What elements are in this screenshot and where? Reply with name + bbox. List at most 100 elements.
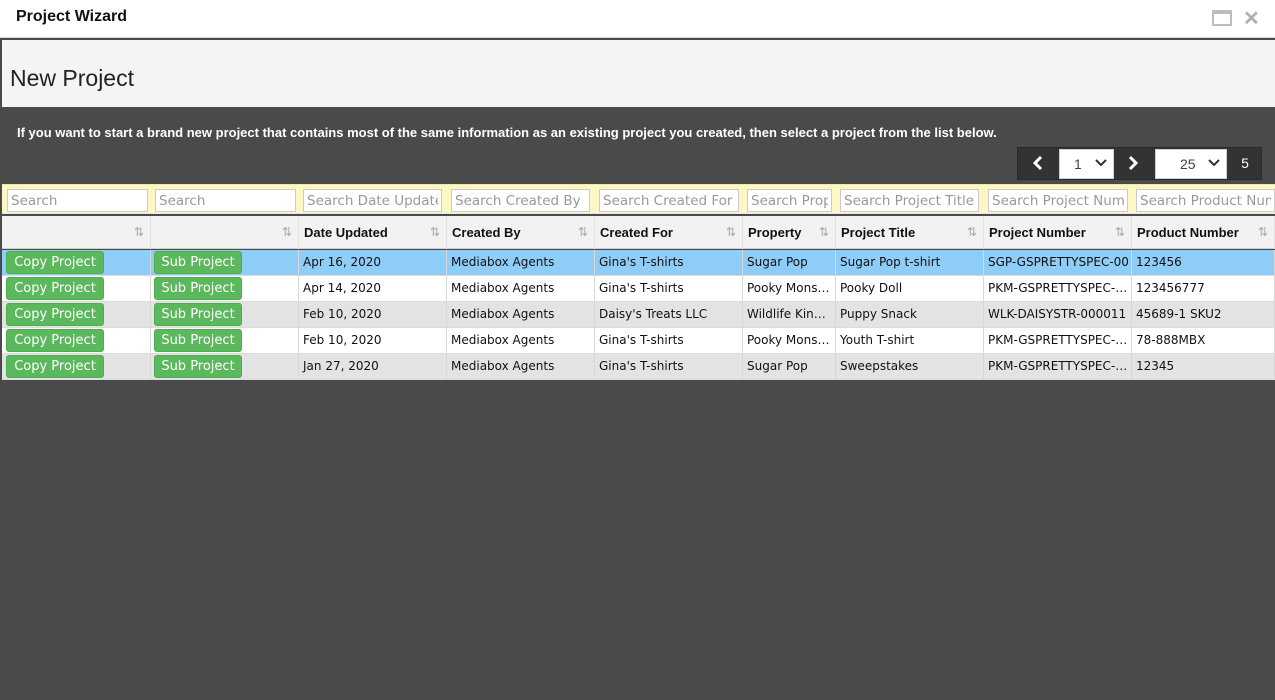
sort-icon[interactable]: ⇅	[726, 216, 736, 249]
cell-sub: Sub Project	[151, 276, 299, 301]
cell-date-updated: Jan 27, 2020	[299, 354, 447, 379]
cell-created-for: Gina's T-shirts	[595, 276, 743, 301]
sort-icon[interactable]: ⇅	[967, 216, 977, 249]
cell-created-for: Daisy's Treats LLC	[595, 302, 743, 327]
cell-created-for: Gina's T-shirts	[595, 354, 743, 379]
cell-project-title: Sugar Pop t-shirt	[836, 250, 984, 275]
chevron-right-icon[interactable]	[1113, 148, 1153, 179]
filter-input-created-for[interactable]	[599, 189, 739, 212]
table-row[interactable]: Copy Project Sub Project Feb 10, 2020 Media…	[2, 302, 1275, 328]
sort-icon[interactable]: ⇅	[819, 216, 829, 249]
column-header-copy[interactable]: ⇅	[2, 216, 151, 249]
page-title: New Project	[10, 65, 134, 91]
table-row[interactable]: Copy Project Sub Project Feb 10, 2020 Media…	[2, 328, 1275, 354]
copy-project-button[interactable]: Copy Project	[6, 251, 104, 274]
column-header-project-number[interactable]: Project Number ⇅	[984, 216, 1132, 249]
chevron-down-icon	[1095, 150, 1107, 178]
sort-icon[interactable]: ⇅	[282, 216, 292, 249]
table-header: ⇅ ⇅ Date Updated ⇅ Created By ⇅ Created Fo…	[2, 216, 1275, 249]
page-select[interactable]: 1	[1059, 149, 1114, 179]
sort-icon[interactable]: ⇅	[1258, 216, 1268, 249]
column-header-label: Product Number	[1137, 225, 1239, 240]
filter-input-project-title[interactable]	[840, 189, 979, 212]
window-titlebar: Project Wizard ✕	[0, 0, 1275, 38]
maximize-icon[interactable]	[1212, 10, 1232, 26]
cell-copy: Copy Project	[2, 354, 151, 379]
filter-input-created-by[interactable]	[451, 189, 590, 212]
cell-copy: Copy Project	[2, 302, 151, 327]
table-row[interactable]: Copy Project Sub Project Apr 16, 2020 Media…	[2, 250, 1275, 276]
cell-copy: Copy Project	[2, 250, 151, 275]
cell-sub: Sub Project	[151, 354, 299, 379]
chevron-left-icon[interactable]	[1018, 148, 1058, 179]
copy-project-button[interactable]: Copy Project	[6, 355, 104, 378]
cell-date-updated: Feb 10, 2020	[299, 328, 447, 353]
intro-text: If you want to start a brand new project…	[17, 125, 997, 140]
column-header-date-updated[interactable]: Date Updated ⇅	[299, 216, 447, 249]
cell-created-by: Mediabox Agents	[447, 328, 595, 353]
cell-property: Sugar Pop	[743, 354, 836, 379]
copy-project-button[interactable]: Copy Project	[6, 329, 104, 352]
sub-project-button[interactable]: Sub Project	[154, 277, 242, 300]
filter-input-copy[interactable]	[7, 189, 148, 212]
window-title: Project Wizard	[16, 8, 127, 25]
cell-created-by: Mediabox Agents	[447, 276, 595, 301]
cell-product-number: 45689-1 SKU2	[1132, 302, 1275, 327]
cell-property: Pooky Mons…	[743, 328, 836, 353]
cell-property: Wildlife Kin…	[743, 302, 836, 327]
page-select-value: 1	[1074, 156, 1082, 172]
cell-date-updated: Apr 14, 2020	[299, 276, 447, 301]
filter-input-product-number[interactable]	[1136, 189, 1275, 212]
cell-project-number: PKM-GSPRETTYSPEC-0C	[984, 354, 1132, 379]
cell-project-number: SGP-GSPRETTYSPEC-00	[984, 250, 1132, 275]
page-size-select[interactable]: 25	[1155, 149, 1227, 179]
cell-copy: Copy Project	[2, 328, 151, 353]
page-size-value: 25	[1180, 156, 1196, 172]
filter-input-project-number[interactable]	[988, 189, 1128, 212]
cell-project-title: Pooky Doll	[836, 276, 984, 301]
cell-product-number: 12345	[1132, 354, 1275, 379]
column-header-property[interactable]: Property ⇅	[743, 216, 836, 249]
sub-project-button[interactable]: Sub Project	[154, 355, 242, 378]
cell-property: Pooky Mons…	[743, 276, 836, 301]
filter-input-date-updated[interactable]	[303, 189, 442, 212]
cell-sub: Sub Project	[151, 250, 299, 275]
cell-sub: Sub Project	[151, 302, 299, 327]
cell-project-number: PKM-GSPRETTYSPEC-0C	[984, 328, 1132, 353]
cell-date-updated: Feb 10, 2020	[299, 302, 447, 327]
column-header-created-for[interactable]: Created For ⇅	[595, 216, 743, 249]
sub-project-button[interactable]: Sub Project	[154, 251, 242, 274]
cell-product-number: 123456	[1132, 250, 1275, 275]
page-header: New Project	[2, 40, 1275, 107]
sort-icon[interactable]: ⇅	[578, 216, 588, 249]
column-header-label: Created By	[452, 225, 521, 240]
sub-project-button[interactable]: Sub Project	[154, 329, 242, 352]
cell-project-title: Puppy Snack	[836, 302, 984, 327]
cell-created-by: Mediabox Agents	[447, 354, 595, 379]
close-icon[interactable]: ✕	[1243, 6, 1263, 30]
column-header-label: Date Updated	[304, 225, 388, 240]
sub-project-button[interactable]: Sub Project	[154, 303, 242, 326]
cell-project-number: WLK-DAISYSTR-000011	[984, 302, 1132, 327]
table-row[interactable]: Copy Project Sub Project Apr 14, 2020 Media…	[2, 276, 1275, 302]
cell-project-title: Youth T-shirt	[836, 328, 984, 353]
column-header-created-by[interactable]: Created By ⇅	[447, 216, 595, 249]
filter-input-sub[interactable]	[155, 189, 296, 212]
cell-copy: Copy Project	[2, 276, 151, 301]
column-header-sub[interactable]: ⇅	[151, 216, 299, 249]
sort-icon[interactable]: ⇅	[430, 216, 440, 249]
sort-icon[interactable]: ⇅	[134, 216, 144, 249]
sort-icon[interactable]: ⇅	[1115, 216, 1125, 249]
table-row[interactable]: Copy Project Sub Project Jan 27, 2020 Media…	[2, 354, 1275, 380]
column-header-project-title[interactable]: Project Title ⇅	[836, 216, 984, 249]
cell-project-title: Sweepstakes	[836, 354, 984, 379]
cell-created-for: Gina's T-shirts	[595, 328, 743, 353]
copy-project-button[interactable]: Copy Project	[6, 277, 104, 300]
column-header-product-number[interactable]: Product Number ⇅	[1132, 216, 1275, 249]
pagination: 1 25 5	[1017, 147, 1262, 180]
copy-project-button[interactable]: Copy Project	[6, 303, 104, 326]
filter-row	[2, 184, 1275, 214]
filter-input-property[interactable]	[747, 189, 832, 212]
column-header-label: Created For	[600, 225, 673, 240]
chevron-down-icon	[1208, 150, 1220, 178]
